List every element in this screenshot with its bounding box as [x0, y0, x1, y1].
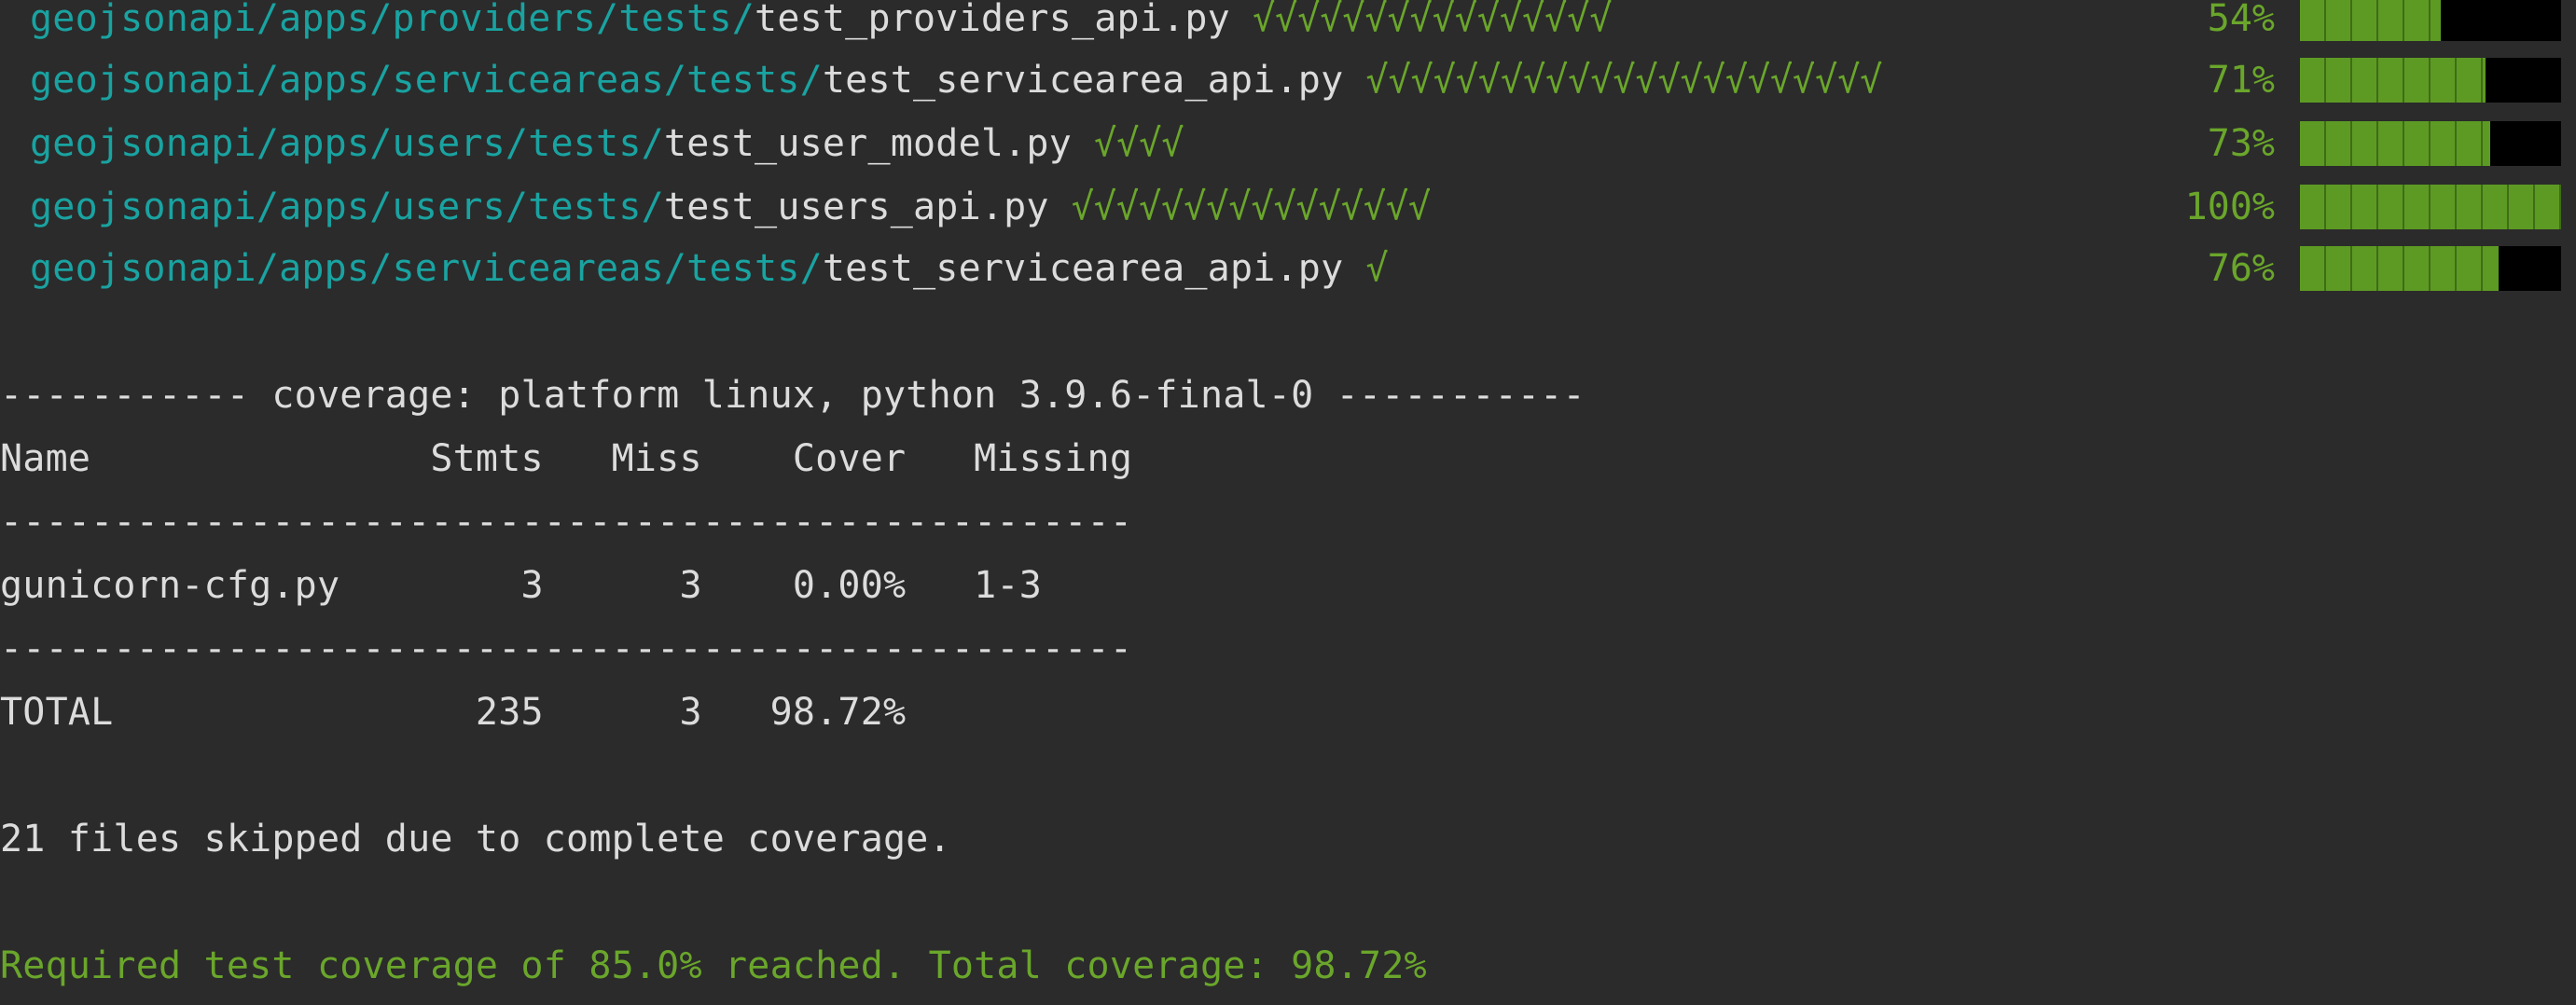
table-total-row: TOTAL 235 3 98.72%	[0, 691, 907, 734]
test-dir: geojsonapi/apps/providers/tests/	[30, 0, 755, 40]
test-percent: 100%	[2184, 186, 2275, 228]
test-line: geojsonapi/apps/users/tests/test_users_a…	[30, 175, 1431, 239]
progress-bar	[2300, 246, 2561, 291]
progress-bar-fill	[2300, 185, 2561, 229]
progress-bar-fill	[2300, 0, 2442, 41]
test-percent: 76%	[2207, 247, 2275, 290]
test-dir: geojsonapi/apps/serviceareas/tests/	[30, 247, 823, 290]
table-row: gunicorn-cfg.py 3 3 0.00% 1-3	[0, 564, 1042, 607]
progress-bar	[2300, 58, 2561, 103]
test-file: test_user_model.py	[663, 122, 1072, 165]
terminal-window: geojsonapi/apps/providers/tests/test_pro…	[0, 0, 2576, 1005]
progress-bar-fill	[2300, 246, 2499, 291]
test-checks: √√√√√√√√√√√√√√√√	[1252, 0, 1613, 40]
coverage-result-message: Required test coverage of 85.0% reached.…	[0, 944, 1427, 987]
test-percent: 54%	[2207, 0, 2275, 40]
test-line: geojsonapi/apps/users/tests/test_user_mo…	[30, 112, 1184, 175]
progress-bar-fill	[2300, 121, 2491, 166]
test-dir: geojsonapi/apps/serviceareas/tests/	[30, 59, 823, 102]
table-separator: ----------------------------------------…	[0, 627, 1133, 670]
test-checks: √√√√√√√√√√√√√√√√	[1071, 186, 1432, 228]
table-header: Name Stmts Miss Cover Missing	[0, 437, 1133, 480]
test-line: geojsonapi/apps/serviceareas/tests/test_…	[30, 48, 1882, 112]
coverage-header: ----------- coverage: platform linux, py…	[0, 374, 1586, 417]
test-percent: 73%	[2207, 122, 2275, 165]
progress-bar	[2300, 0, 2561, 41]
test-file: test_servicearea_api.py	[822, 59, 1344, 102]
test-file: test_users_api.py	[663, 186, 1049, 228]
test-dir: geojsonapi/apps/users/tests/	[30, 186, 664, 228]
test-line: geojsonapi/apps/providers/tests/test_pro…	[30, 0, 1612, 50]
progress-bar	[2300, 121, 2561, 166]
skipped-message: 21 files skipped due to complete coverag…	[0, 818, 951, 860]
test-checks: √√√√√√√√√√√√√√√√√√√√√√√	[1365, 59, 1883, 102]
progress-bar-fill	[2300, 58, 2486, 103]
test-dir: geojsonapi/apps/users/tests/	[30, 122, 664, 165]
test-file: test_providers_api.py	[755, 0, 1230, 40]
progress-bar	[2300, 185, 2561, 229]
test-checks: √	[1365, 247, 1389, 290]
table-separator: ----------------------------------------…	[0, 501, 1133, 544]
test-percent: 71%	[2207, 59, 2275, 102]
test-checks: √√√√	[1093, 122, 1184, 165]
test-line: geojsonapi/apps/serviceareas/tests/test_…	[30, 237, 1388, 300]
test-file: test_servicearea_api.py	[822, 247, 1344, 290]
